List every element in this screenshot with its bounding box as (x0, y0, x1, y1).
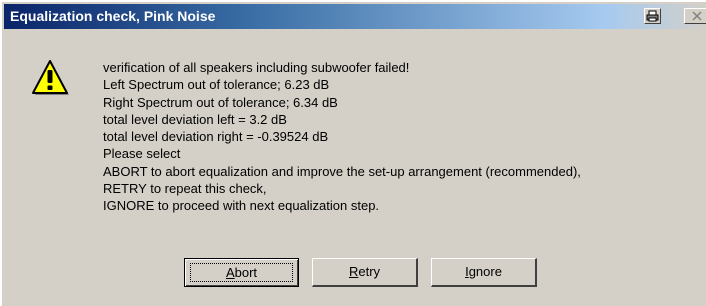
retry-button-mnemonic: R (348, 264, 359, 279)
message-line: verification of all speakers including s… (103, 60, 410, 75)
focus-rectangle: Abort (190, 263, 293, 282)
printer-icon (646, 10, 659, 22)
message-line: total level deviation left = 3.2 dB (103, 111, 287, 127)
dialog-window: Equalization check, Pink Noise verificat… (0, 0, 706, 306)
print-button[interactable] (644, 8, 661, 24)
ignore-button[interactable]: Ignore (431, 258, 537, 287)
window-title: Equalization check, Pink Noise (10, 8, 216, 24)
message-line: ABORT to abort equalization and improve … (103, 163, 581, 179)
abort-button-label: bort (234, 265, 258, 280)
close-icon (691, 11, 702, 21)
retry-button[interactable]: Retry (312, 258, 418, 287)
message-line: RETRY to repeat this check, (103, 181, 267, 197)
abort-button[interactable]: Abort (184, 258, 299, 287)
abort-button-mnemonic: A (225, 265, 235, 280)
title-bar[interactable]: Equalization check, Pink Noise (4, 4, 706, 29)
message-line: IGNORE to proceed with next equalization… (103, 198, 380, 214)
message-text: verification of all speakers including s… (103, 59, 581, 215)
ignore-button-label: gnore (468, 264, 502, 279)
message-line: Please select (103, 146, 181, 162)
retry-button-label: etry (358, 264, 381, 279)
warning-icon (30, 58, 70, 98)
message-line: Right Spectrum out of tolerance; 6.34 dB (103, 94, 338, 110)
message-line: Left Spectrum out of tolerance; 6.23 dB (103, 77, 330, 93)
message-line: total level deviation right = -0.39524 d… (103, 129, 329, 145)
close-button[interactable] (684, 8, 706, 24)
